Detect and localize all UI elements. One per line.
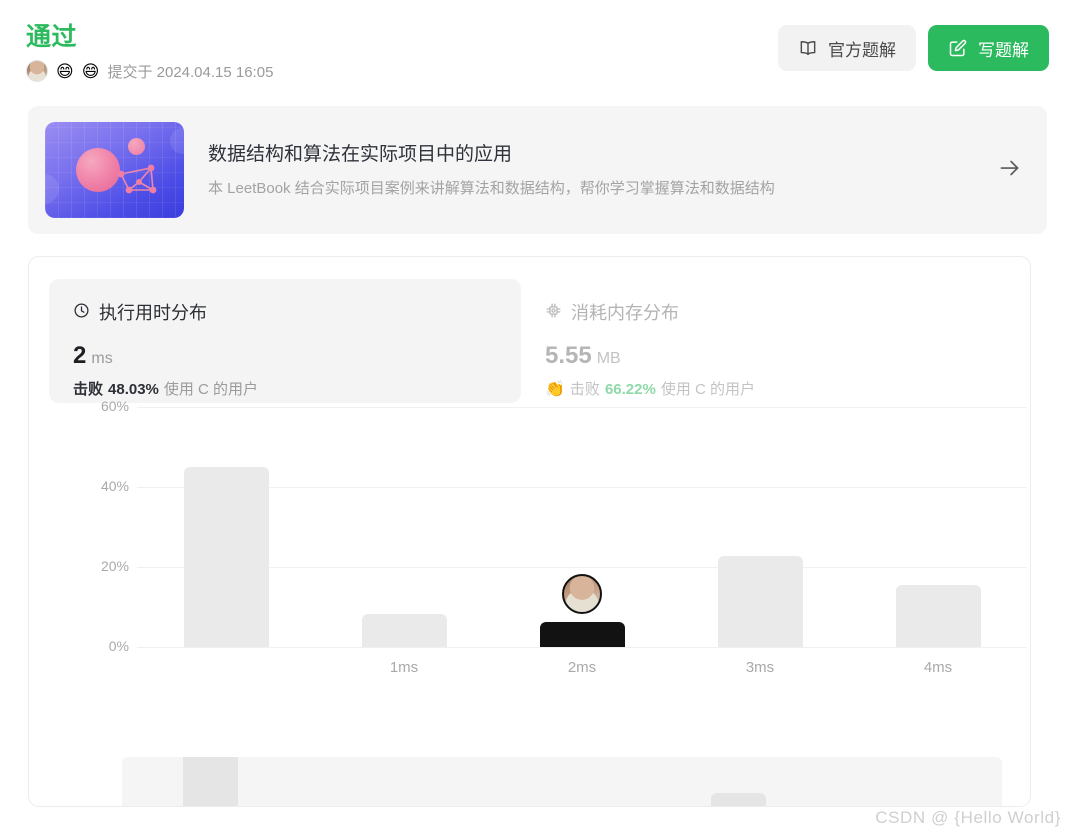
chart-gridline: [137, 567, 1027, 568]
watermark: CSDN @ {Hello World}: [875, 808, 1061, 827]
chart-gridline: [137, 487, 1027, 488]
clock-icon: [73, 301, 90, 325]
chart-bar[interactable]: [183, 467, 269, 647]
leetbook-promo-card[interactable]: 数据结构和算法在实际项目中的应用 本 LeetBook 结合实际项目案例来讲解算…: [28, 106, 1047, 234]
metric-tile-memory[interactable]: 消耗内存分布 5.55 MB 👏 击败 66.22% 使用 C 的用户: [521, 279, 993, 403]
runtime-beat-suffix: 使用 C 的用户: [163, 381, 259, 398]
header-actions: 官方题解 写题解: [778, 25, 1049, 71]
leetbook-description: 本 LeetBook 结合实际项目案例来讲解算法和数据结构，帮你学习掌握算法和数…: [208, 179, 775, 197]
user-avatar-icon[interactable]: [26, 60, 48, 82]
memory-chip-icon: [545, 301, 562, 325]
memory-beat-suffix: 使用 C 的用户: [660, 381, 755, 398]
chart-x-tick-label: 2ms: [567, 659, 597, 676]
brush-mini-bar: [182, 757, 238, 806]
chart-x-tick-label: 3ms: [745, 659, 775, 676]
chart-bar[interactable]: [717, 556, 803, 647]
runtime-unit: ms: [91, 350, 113, 367]
book-icon: [798, 38, 818, 58]
brush-mini-bar: [710, 792, 766, 806]
page-title: 通过: [26, 23, 78, 51]
chart-x-tick-label: 4ms: [923, 659, 953, 676]
chart-x-tick-label: 1ms: [389, 659, 419, 676]
leetbook-thumbnail: [45, 122, 184, 218]
chart-gridline: [137, 407, 1027, 408]
thumbnail-circle-small: [128, 138, 145, 155]
result-header: 通过 😄 😄 提交于 2024.04.15 16:05 官方题解 写题解: [0, 0, 1075, 100]
memory-beat-percent: 66.22%: [604, 381, 656, 398]
chart-bar[interactable]: [539, 622, 625, 647]
reaction-emoji-2[interactable]: 😄: [82, 63, 100, 80]
runtime-value-row: 2 ms: [73, 341, 497, 374]
write-solution-label: 写题解: [978, 40, 1029, 60]
stats-card: 执行用时分布 2 ms 击败 48.03% 使用 C 的用户 消耗内存分布 5.…: [28, 256, 1031, 807]
chart-y-tick-label: 20%: [100, 558, 129, 574]
metric-tabs: 执行用时分布 2 ms 击败 48.03% 使用 C 的用户 消耗内存分布 5.…: [49, 279, 1012, 403]
memory-metric-header: 消耗内存分布: [545, 301, 969, 325]
runtime-value: 2: [73, 342, 87, 369]
arrow-right-icon[interactable]: [981, 155, 1023, 186]
runtime-distribution-chart: 0% 20% 40% 60% 1ms 2ms 3ms 4ms: [29, 398, 1030, 712]
submission-meta: 😄 😄 提交于 2024.04.15 16:05: [26, 58, 273, 84]
official-solution-button[interactable]: 官方题解: [778, 25, 916, 71]
memory-unit: MB: [596, 350, 621, 367]
chart-bar[interactable]: [361, 614, 447, 647]
runtime-beat-row: 击败 48.03% 使用 C 的用户: [73, 379, 497, 401]
user-position-avatar-icon[interactable]: [562, 574, 602, 615]
official-solution-label: 官方题解: [828, 40, 896, 60]
pencil-square-icon: [948, 38, 968, 58]
memory-metric-title: 消耗内存分布: [571, 303, 679, 323]
chart-bar[interactable]: [895, 585, 981, 647]
chart-y-tick-label: 40%: [100, 478, 129, 494]
runtime-metric-header: 执行用时分布: [73, 301, 497, 325]
chart-y-tick-label: 60%: [100, 398, 129, 414]
metric-tile-runtime[interactable]: 执行用时分布 2 ms 击败 48.03% 使用 C 的用户: [49, 279, 521, 403]
clapping-hands-icon: 👏: [545, 381, 565, 398]
runtime-metric-title: 执行用时分布: [99, 303, 207, 323]
submission-result-page: 通过 😄 😄 提交于 2024.04.15 16:05 官方题解 写题解 数据结…: [0, 0, 1075, 834]
memory-value: 5.55: [545, 342, 592, 369]
write-solution-button[interactable]: 写题解: [928, 25, 1049, 71]
memory-beat-row: 👏 击败 66.22% 使用 C 的用户: [545, 379, 969, 401]
leetbook-title: 数据结构和算法在实际项目中的应用: [208, 143, 513, 165]
chart-gridline: [137, 647, 1027, 648]
memory-beat-prefix: 击败: [569, 381, 600, 398]
thumbnail-circle-large: [76, 148, 120, 192]
memory-value-row: 5.55 MB: [545, 341, 969, 374]
leetbook-promo-text: 数据结构和算法在实际项目中的应用 本 LeetBook 结合实际项目案例来讲解算…: [184, 141, 981, 200]
reaction-emoji-1[interactable]: 😄: [56, 63, 74, 80]
submitted-timestamp: 提交于 2024.04.15 16:05: [107, 63, 274, 81]
chart-range-brush[interactable]: 1ms2ms3ms4ms: [122, 757, 1002, 806]
thumbnail-node-graph-icon: [117, 164, 157, 194]
chart-y-tick-label: 0%: [108, 638, 129, 654]
